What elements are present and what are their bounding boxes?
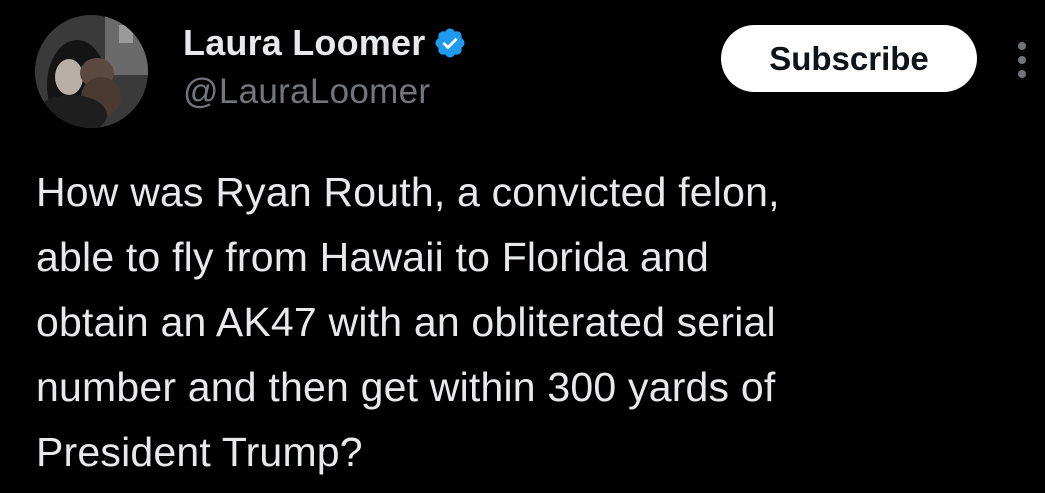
author-info: Laura Loomer @LauraLoomer <box>183 22 467 112</box>
verified-badge-icon <box>433 26 467 60</box>
tweet-text: How was Ryan Routh, a convicted felon, a… <box>36 169 780 475</box>
subscribe-button[interactable]: Subscribe <box>721 25 977 92</box>
name-row: Laura Loomer <box>183 22 467 64</box>
avatar-photo <box>35 15 148 128</box>
more-vertical-icon[interactable] <box>1010 40 1034 80</box>
user-handle[interactable]: @LauraLoomer <box>183 72 467 112</box>
tweet-card: Laura Loomer @LauraLoomer Subscribe How … <box>0 0 1045 493</box>
display-name[interactable]: Laura Loomer <box>183 22 425 64</box>
avatar[interactable] <box>35 15 148 128</box>
